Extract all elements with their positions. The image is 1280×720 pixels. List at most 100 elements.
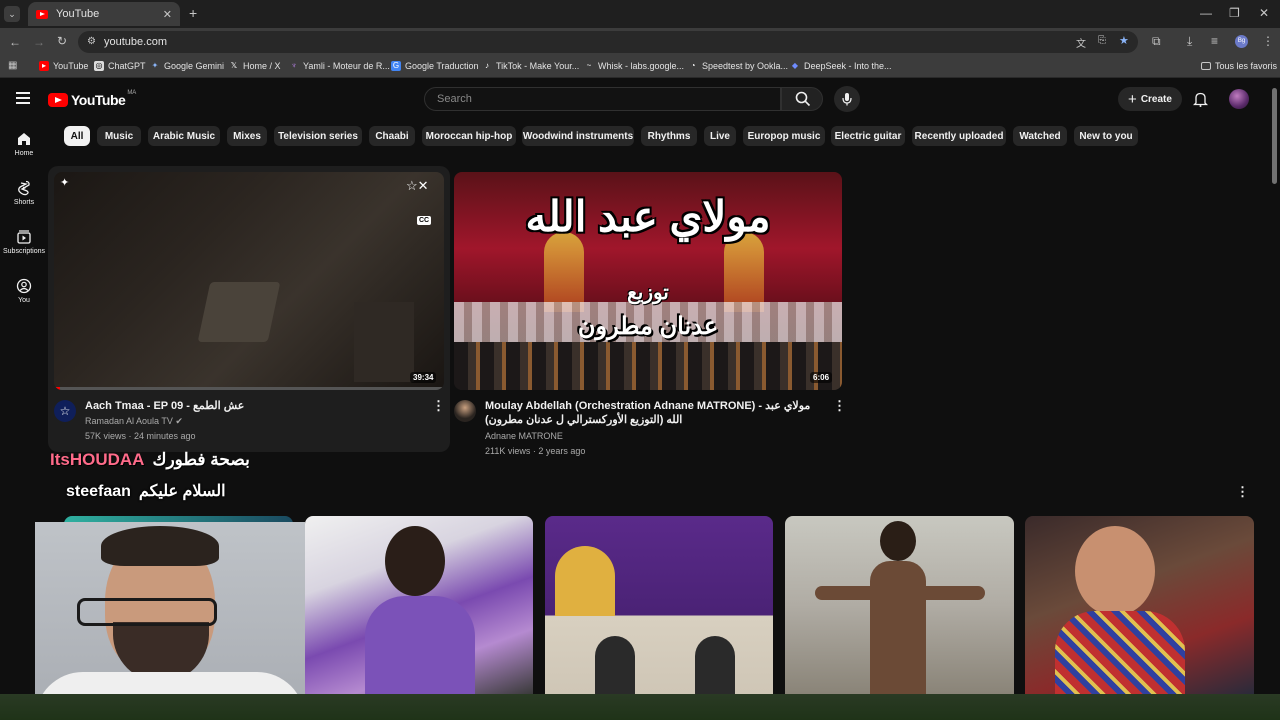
bookmark-gemini[interactable]: ✦ Google Gemini xyxy=(150,61,224,71)
voice-search-button[interactable] xyxy=(834,86,860,112)
chip-arabic-music[interactable]: Arabic Music xyxy=(148,126,220,146)
shorts-thumbnail[interactable] xyxy=(305,516,533,694)
video-title[interactable]: Aach Tmaa - EP 09 - عش الطمع xyxy=(85,399,415,413)
chip-music[interactable]: Music xyxy=(97,126,141,146)
video-meta: 211K views · 2 years ago xyxy=(485,446,586,456)
bookmark-speedtest[interactable]: ◔ Speedtest by Ookla... xyxy=(688,61,788,71)
video-meta: 57K views · 24 minutes ago xyxy=(85,431,196,441)
overlay-message: بصحة فطورك xyxy=(152,450,250,469)
create-button[interactable]: + Create xyxy=(1118,87,1182,111)
address-bar[interactable]: ⚙ youtube.com 文 ⎘ ★ xyxy=(78,31,1138,53)
bookmark-tiktok[interactable]: ♪ TikTok - Make Your... xyxy=(482,61,579,71)
page-scrollbar[interactable] xyxy=(1272,88,1277,184)
tab-title: YouTube xyxy=(56,8,100,20)
chip-moroccan-hip-hop[interactable]: Moroccan hip-hop xyxy=(422,126,516,146)
downloads-icon[interactable]: ⤓ xyxy=(1187,34,1192,49)
shorts-thumbnail[interactable] xyxy=(1025,516,1254,694)
chip-woodwind-instruments[interactable]: Woodwind instruments xyxy=(522,126,634,146)
video-menu-icon[interactable]: ⋮ xyxy=(432,398,445,414)
bookmark-chatgpt[interactable]: ◎ ChatGPT xyxy=(94,61,146,71)
sidebar-item-you[interactable]: You xyxy=(0,278,48,304)
extensions-icon[interactable]: ⧉ xyxy=(1152,34,1161,49)
chip-rhythms[interactable]: Rhythms xyxy=(641,126,697,146)
shorts-thumbnail[interactable] xyxy=(785,516,1014,694)
chip-television-series[interactable]: Television series xyxy=(274,126,362,146)
minimize-icon[interactable]: — xyxy=(1200,6,1212,20)
new-tab-icon[interactable]: + xyxy=(189,5,197,21)
bookmark-star-icon[interactable]: ★ xyxy=(1119,34,1129,47)
chip-europop-music[interactable]: Europop music xyxy=(743,126,825,146)
create-label: Create xyxy=(1140,93,1172,105)
thumbnail-figure-shape xyxy=(870,561,926,694)
chip-recently-uploaded[interactable]: Recently uploaded xyxy=(912,126,1006,146)
chip-new-to-you[interactable]: New to you xyxy=(1074,126,1138,146)
sidebar-item-label: Subscriptions xyxy=(2,248,46,255)
captions-icon[interactable]: CC xyxy=(417,216,432,225)
chip-mixes[interactable]: Mixes xyxy=(227,126,267,146)
video-thumbnail[interactable]: ✦ ☆✕ CC 39:34 xyxy=(54,172,444,390)
bookmark-yamli[interactable]: ♆ Yamli - Moteur de R... xyxy=(289,61,390,71)
shelf-menu-icon[interactable]: ⋮ xyxy=(1236,484,1249,500)
youtube-logo[interactable]: YouTube MA xyxy=(48,90,136,108)
profile-avatar[interactable]: Bg xyxy=(1235,35,1248,48)
apps-grid-icon[interactable]: ▦ xyxy=(8,60,17,71)
channel-avatar[interactable]: ☆ xyxy=(54,400,76,422)
bookmark-deepseek[interactable]: ◆ DeepSeek - Into the... xyxy=(790,61,892,71)
all-bookmarks[interactable]: Tous les favoris xyxy=(1201,61,1277,71)
sidebar-item-shorts[interactable]: Shorts xyxy=(0,180,48,206)
forward-icon[interactable]: → xyxy=(33,35,45,49)
shorts-icon xyxy=(18,180,30,196)
webcam-overlay xyxy=(35,522,305,720)
install-icon[interactable]: ⎘ xyxy=(1098,35,1106,46)
restore-icon[interactable]: ❐ xyxy=(1229,6,1240,20)
sparkle-icon[interactable]: ✦ xyxy=(60,176,69,189)
chip-chaabi[interactable]: Chaabi xyxy=(369,126,415,146)
bookmark-label: Google Gemini xyxy=(164,61,225,71)
bookmark-youtube[interactable]: ▸ YouTube xyxy=(39,61,88,71)
hamburger-menu-icon[interactable] xyxy=(16,92,30,104)
account-avatar[interactable] xyxy=(1229,89,1249,109)
reload-icon[interactable]: ↻ xyxy=(57,34,67,48)
bookmark-label: Speedtest by Ookla... xyxy=(702,61,789,71)
x-icon: 𝕏 xyxy=(230,61,238,70)
overlay-username: steefaan xyxy=(66,483,131,500)
search-button[interactable] xyxy=(781,87,823,111)
google-translate-icon: G xyxy=(391,61,401,71)
shorts-thumbnail[interactable] xyxy=(545,516,773,694)
notifications-bell-icon[interactable] xyxy=(1193,91,1208,107)
video-thumbnail[interactable]: مولاي عبد الله توزيع عدنان مطرون 6:06 xyxy=(454,172,842,390)
close-window-icon[interactable]: ✕ xyxy=(1259,6,1269,20)
bookmark-x[interactable]: 𝕏 Home / X xyxy=(229,61,281,71)
chip-all[interactable]: All xyxy=(64,126,90,146)
thumbnail-scene-shape xyxy=(354,302,414,382)
sidebar-item-home[interactable]: Home xyxy=(0,131,48,157)
menu-dots-icon[interactable]: ⋮ xyxy=(1262,34,1274,48)
channel-avatar[interactable] xyxy=(454,400,476,422)
bookmark-translate[interactable]: G Google Traduction xyxy=(391,61,479,71)
chip-electric-guitar[interactable]: Electric guitar xyxy=(831,126,905,146)
video-menu-icon[interactable]: ⋮ xyxy=(833,398,846,414)
subscriptions-icon xyxy=(17,230,31,244)
you-icon xyxy=(16,278,32,294)
mute-icon[interactable]: ☆✕ xyxy=(406,178,429,194)
chip-live[interactable]: Live xyxy=(704,126,736,146)
site-info-icon[interactable]: ⚙ xyxy=(87,36,96,47)
channel-name[interactable]: Adnane MATRONE xyxy=(485,430,563,442)
back-icon[interactable]: ← xyxy=(9,35,21,49)
channel-name[interactable]: Ramadan Al Aoula TV ✔ xyxy=(85,415,183,427)
video-title[interactable]: Moulay Abdellah (Orchestration Adnane MA… xyxy=(485,399,825,427)
thumbnail-scene-shape xyxy=(197,282,281,342)
stream-overlay-line-1: ItsHOUDAA بصحة فطورك xyxy=(50,450,250,470)
bookmark-whisk[interactable]: ~ Whisk - labs.google... xyxy=(584,61,684,71)
reading-list-icon[interactable]: ≡ xyxy=(1211,34,1218,48)
search-input[interactable]: Search xyxy=(424,87,781,111)
sidebar-item-subscriptions[interactable]: Subscriptions xyxy=(0,229,48,255)
browser-tab[interactable]: YouTube ✕ xyxy=(28,2,180,26)
translate-icon[interactable]: 文 xyxy=(1076,35,1086,50)
thumbnail-figure-shape xyxy=(385,526,445,596)
tab-close-icon[interactable]: ✕ xyxy=(163,8,172,21)
tab-search-icon[interactable]: ⌄ xyxy=(4,6,20,22)
verified-badge-icon: ✔ xyxy=(175,416,183,426)
chip-watched[interactable]: Watched xyxy=(1013,126,1067,146)
microphone-icon xyxy=(842,93,852,106)
